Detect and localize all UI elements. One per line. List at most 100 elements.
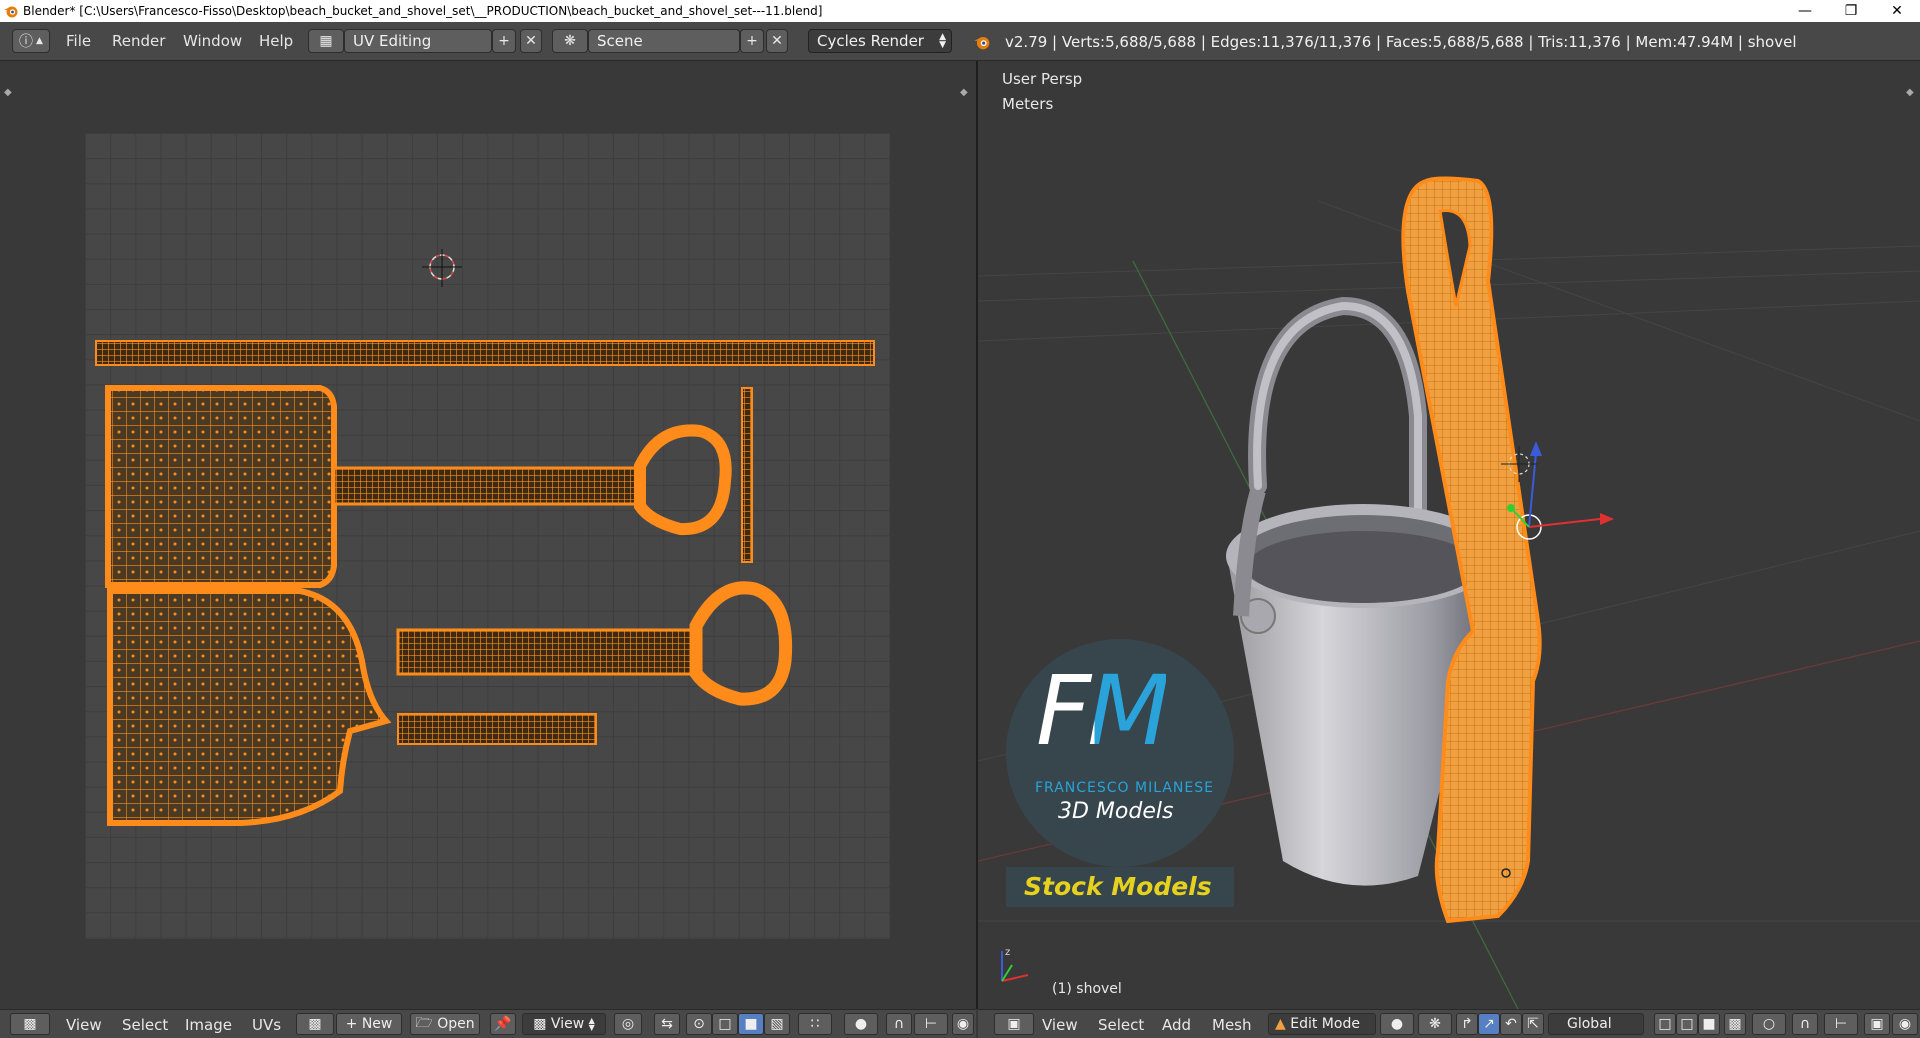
view-axis-widget: z — [1001, 947, 1029, 982]
transform-orientation-dropdown[interactable]: Global — [1548, 1013, 1644, 1035]
view3d-menu-view[interactable]: View — [1042, 1016, 1078, 1034]
vertex-select-button[interactable]: □ — [1654, 1013, 1676, 1035]
plus-icon: + — [746, 33, 758, 49]
edge-select-icon: □ — [718, 1016, 732, 1032]
view3d-menu-mesh[interactable]: Mesh — [1212, 1016, 1252, 1034]
view-mode-dropdown[interactable]: ▩ View ▲ ▼ — [522, 1013, 606, 1035]
snap-element-icon: ⊢ — [1834, 1016, 1848, 1032]
menu-file[interactable]: File — [66, 32, 91, 50]
window-title: Blender* [C:\Users\Francesco-Fisso\Deskt… — [23, 4, 823, 18]
uv-island-shovel-upper[interactable] — [105, 385, 732, 588]
render-engine-label: Cycles Render — [817, 32, 924, 50]
view3d-menu-add[interactable]: Add — [1162, 1016, 1191, 1034]
editor-type-image-button[interactable]: ▩ — [10, 1013, 50, 1035]
vertex-select-button[interactable]: ⊙ — [686, 1013, 712, 1035]
rotate-icon: ↶ — [1505, 1016, 1517, 1032]
manipulator-toggle-button[interactable]: ↱ — [1456, 1013, 1478, 1035]
folder-icon: 🗁 — [415, 1015, 433, 1031]
view-mode-label: View — [550, 1016, 585, 1032]
viewport-shading-dropdown[interactable]: ● — [1380, 1013, 1414, 1035]
edge-select-button[interactable]: □ — [712, 1013, 738, 1035]
watermark-badge-text: Stock Models — [1024, 872, 1212, 901]
active-object-label: (1) shovel — [1052, 981, 1122, 997]
edit-mode-icon: ▲ — [1275, 1016, 1286, 1032]
limit-selection-icon: ▩ — [1728, 1016, 1742, 1032]
mode-label: Edit Mode — [1290, 1016, 1360, 1032]
rotate-manipulator-button[interactable]: ↶ — [1500, 1013, 1522, 1035]
render-preview-button[interactable]: ▣ — [1864, 1013, 1890, 1035]
view3d-menu-select[interactable]: Select — [1098, 1016, 1144, 1034]
2d-cursor-icon[interactable] — [422, 249, 462, 287]
new-image-button[interactable]: + New — [336, 1013, 402, 1035]
mode-dropdown[interactable]: ▲ Edit Mode — [1268, 1013, 1376, 1035]
camera-icon: ▣ — [1870, 1016, 1884, 1032]
pin-button[interactable]: 📌 — [490, 1013, 516, 1035]
image-browse-icon: ▩ — [308, 1016, 322, 1032]
scene-selector[interactable]: ❋ — [552, 29, 588, 53]
open-image-label: Open — [437, 1016, 475, 1032]
screen-layout-field[interactable]: UV Editing — [344, 29, 492, 53]
snap-toggle-button[interactable]: ∩ — [886, 1013, 912, 1035]
new-image-label: New — [361, 1016, 393, 1032]
menu-render[interactable]: Render — [112, 32, 165, 50]
uv-menu-uvs[interactable]: UVs — [252, 1016, 281, 1034]
snap-element-dropdown[interactable]: ⊢ — [1824, 1013, 1858, 1035]
scene-field[interactable]: Scene — [588, 29, 740, 53]
arrow-icon: ↗ — [1483, 1016, 1495, 1032]
watermark-initials: FM — [1036, 661, 1170, 761]
face-select-button[interactable]: ■ — [738, 1013, 764, 1035]
render-engine-dropdown[interactable]: Cycles Render ▲ ▼ — [808, 29, 952, 53]
uv-island-shovel-lower[interactable] — [107, 581, 793, 826]
overlay-button[interactable]: ◉ — [1892, 1013, 1918, 1035]
screen-layout-selector[interactable]: ▦ — [308, 29, 344, 53]
snap-toggle-button[interactable]: ∩ — [1792, 1013, 1818, 1035]
menu-help[interactable]: Help — [259, 32, 293, 50]
vertex-select-icon: □ — [1658, 1016, 1672, 1032]
snap-element-icon: ⊢ — [924, 1016, 938, 1032]
proportional-edit-dropdown[interactable]: ○ — [1752, 1013, 1786, 1035]
open-image-button[interactable]: 🗁 Open — [410, 1013, 480, 1035]
scene-name: Scene — [597, 32, 643, 50]
blender-logo-icon — [4, 6, 18, 18]
face-select-button[interactable]: ■ — [1698, 1013, 1720, 1035]
uv-editor-footer: ▩ View Select Image UVs ▩ + New 🗁 Open 📌… — [0, 1009, 976, 1038]
uv-sync-button[interactable]: ⇆ — [654, 1013, 680, 1035]
close-window-button[interactable]: ✕ — [1874, 0, 1920, 22]
minimize-button[interactable]: — — [1782, 0, 1828, 22]
edge-select-icon: □ — [1680, 1016, 1694, 1032]
uv-island-thin-strip[interactable] — [741, 387, 753, 563]
uv-island-strip[interactable] — [95, 340, 875, 366]
3d-viewport[interactable]: User Persp Meters ◆ z FM FRANCESCO MILAN… — [978, 61, 1920, 1009]
pivot-point-dropdown[interactable]: ❋ — [1418, 1013, 1452, 1035]
sticky-selection-dropdown[interactable]: ∷ — [798, 1013, 832, 1035]
translate-manipulator-button[interactable]: ↗ — [1478, 1013, 1500, 1035]
scale-manipulator-button[interactable]: ⇱ — [1522, 1013, 1544, 1035]
delete-screen-button[interactable]: ✕ — [520, 29, 542, 53]
island-select-button[interactable]: ▧ — [764, 1013, 790, 1035]
image-browse-button[interactable]: ▩ — [296, 1013, 334, 1035]
overlay-button[interactable]: ◉ — [952, 1013, 974, 1035]
scene-statistics: v2.79 | Verts:5,688/5,688 | Edges:11,376… — [1005, 33, 1797, 51]
snap-element-dropdown[interactable]: ⊢ — [914, 1013, 948, 1035]
edge-select-button[interactable]: □ — [1676, 1013, 1698, 1035]
proportional-edit-dropdown[interactable]: ● — [844, 1013, 878, 1035]
uv-image-editor[interactable]: ◆ ◆ — [0, 61, 976, 1009]
magnet-icon: ∩ — [1799, 1016, 1811, 1032]
uv-menu-view[interactable]: View — [66, 1016, 102, 1034]
add-screen-button[interactable]: + — [492, 29, 516, 53]
editor-type-info-button[interactable]: ⓘ ▲ — [12, 29, 50, 53]
delete-scene-button[interactable]: ✕ — [766, 29, 788, 53]
uv-menu-select[interactable]: Select — [122, 1016, 168, 1034]
add-scene-button[interactable]: + — [740, 29, 764, 53]
close-icon: ✕ — [525, 33, 537, 49]
menu-window[interactable]: Window — [183, 32, 242, 50]
restore-button[interactable]: ❐ — [1828, 0, 1874, 22]
limit-selection-button[interactable]: ▩ — [1724, 1013, 1746, 1035]
uv-menu-image[interactable]: Image — [185, 1016, 232, 1034]
info-header: ⓘ ▲ File Render Window Help ▦ UV Editing … — [0, 22, 1920, 61]
overlay-icon: ◉ — [956, 1016, 970, 1032]
uv-layout[interactable] — [0, 61, 976, 1009]
pivot-button[interactable]: ◎ — [614, 1013, 642, 1035]
editor-type-3d-button[interactable]: ▣ — [994, 1013, 1034, 1035]
proportional-edit-icon: ○ — [1762, 1016, 1776, 1032]
